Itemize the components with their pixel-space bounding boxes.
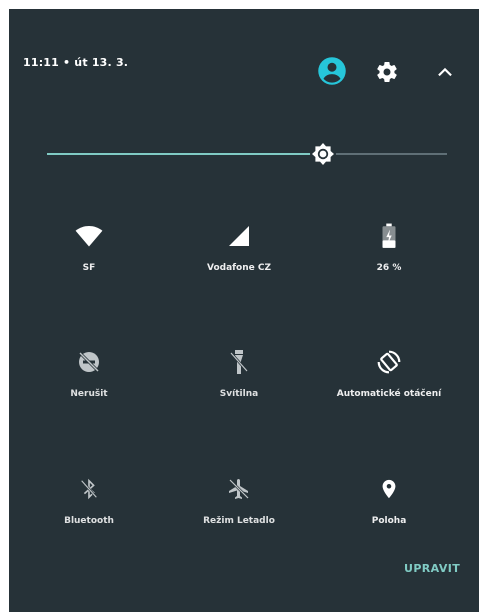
status-time-date: 11:11 • út 13. 3. <box>23 56 129 69</box>
do-not-disturb-icon <box>78 351 100 373</box>
tile-label: 26 % <box>376 263 402 273</box>
quick-settings-panel: 11:11 • út 13. 3. SF Vodafone CZ 26 % Ne… <box>9 9 479 612</box>
brightness-thumb[interactable] <box>308 139 338 169</box>
brightness-slider[interactable] <box>47 139 447 169</box>
tile-label: SF <box>82 263 96 273</box>
brightness-fill <box>47 153 323 155</box>
collapse-button[interactable] <box>434 61 456 83</box>
flashlight-off-icon <box>230 350 248 374</box>
gear-icon <box>377 62 397 83</box>
location-icon <box>382 479 396 499</box>
tile-airplane-mode[interactable]: Režim Letadlo <box>169 474 309 554</box>
tile-label: Bluetooth <box>64 516 114 526</box>
brightness-icon <box>310 141 336 167</box>
user-button[interactable] <box>317 56 347 86</box>
wifi-icon <box>75 225 103 247</box>
airplane-mode-off-icon <box>229 479 249 499</box>
edit-button[interactable]: UPRAVIT <box>404 562 460 575</box>
tile-auto-rotate[interactable]: Automatické otáčení <box>319 347 459 427</box>
battery-charging-icon <box>382 223 396 248</box>
settings-button[interactable] <box>373 58 401 86</box>
bluetooth-off-icon <box>80 478 98 500</box>
tile-battery[interactable]: 26 % <box>319 221 459 301</box>
auto-rotate-icon <box>377 350 401 374</box>
tile-cellular[interactable]: Vodafone CZ <box>169 221 309 301</box>
tile-label: Poloha <box>371 516 407 526</box>
tile-label: Režim Letadlo <box>203 516 275 526</box>
tile-label: Nerušit <box>70 389 108 399</box>
tile-wifi[interactable]: SF <box>19 221 159 301</box>
account-circle-icon <box>318 57 346 85</box>
tile-do-not-disturb[interactable]: Nerušit <box>19 347 159 427</box>
cellular-signal-icon <box>229 226 249 246</box>
tile-label: Svítilna <box>219 389 259 399</box>
chevron-up-icon <box>438 67 452 77</box>
tile-label: Vodafone CZ <box>206 263 272 273</box>
tile-flashlight[interactable]: Svítilna <box>169 347 309 427</box>
tile-bluetooth[interactable]: Bluetooth <box>19 474 159 554</box>
tile-location[interactable]: Poloha <box>319 474 459 554</box>
tile-label: Automatické otáčení <box>336 389 442 399</box>
